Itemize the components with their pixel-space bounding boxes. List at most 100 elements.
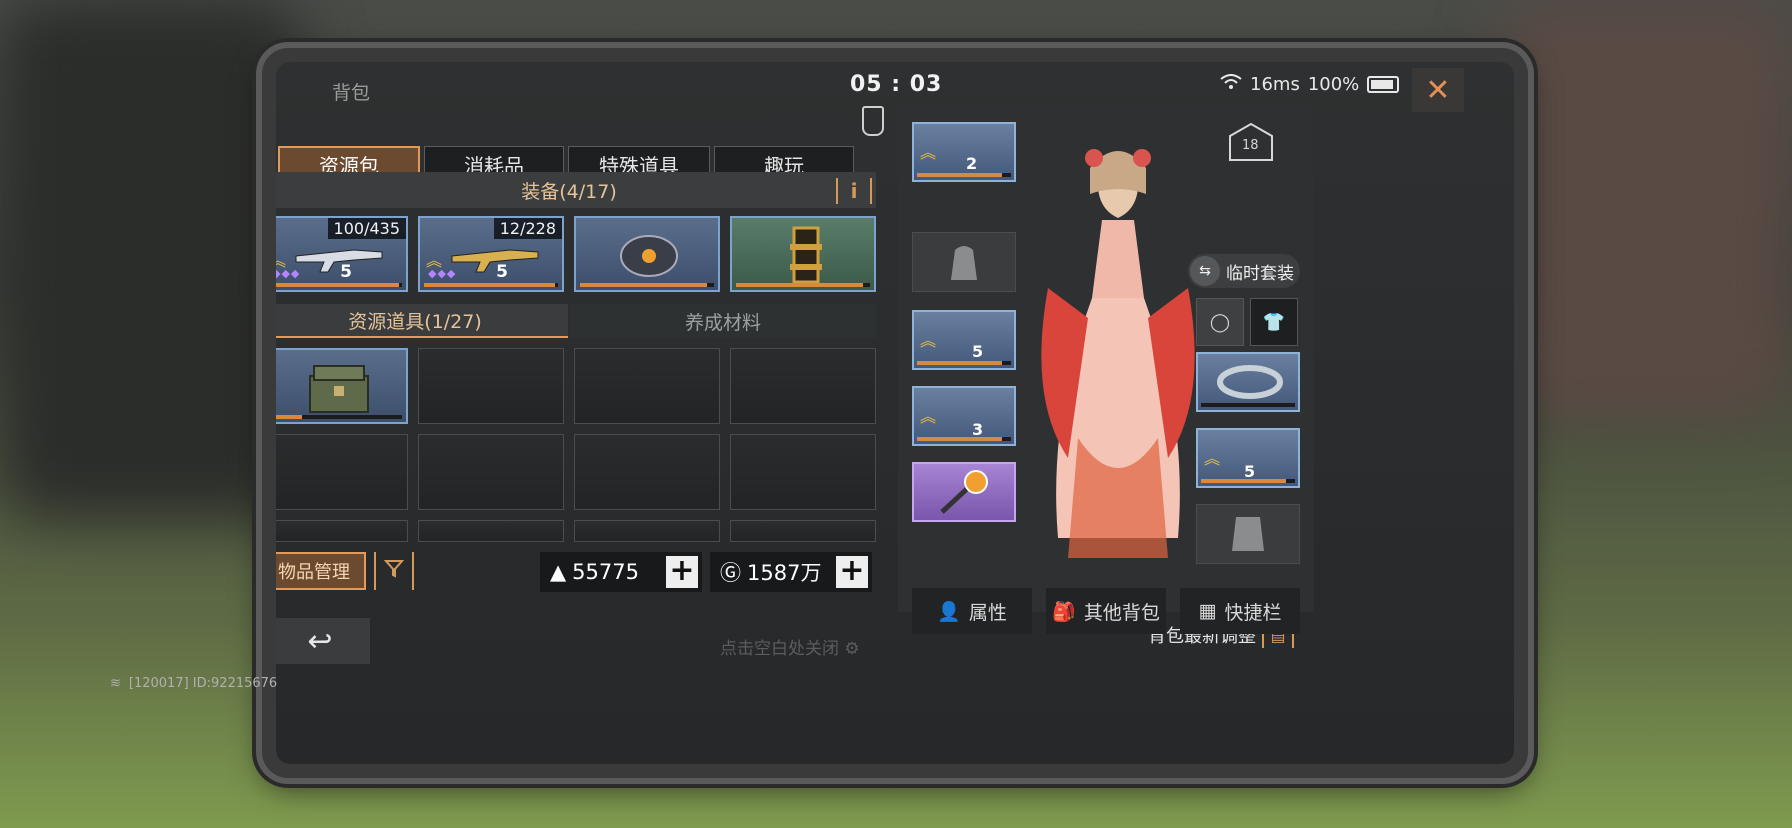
- bracelet-icon: [1217, 365, 1283, 399]
- rank-chevron-icon: ︽: [920, 407, 937, 426]
- rank-chevron-icon: ︽: [920, 143, 937, 162]
- sort-icon[interactable]: [862, 106, 884, 136]
- person-icon: 👤: [937, 600, 961, 623]
- bag-icon: 🎒: [1052, 600, 1076, 623]
- background-wall: [0, 0, 300, 520]
- item-management-button[interactable]: 物品管理: [276, 552, 366, 590]
- rifle-icon: [451, 249, 539, 273]
- resource-slot-empty[interactable]: [418, 348, 564, 424]
- close-hint-text: 点击空白处关闭: [720, 639, 839, 659]
- item-counter: 100/435: [327, 218, 406, 239]
- armor-vest-icon: [1232, 517, 1264, 551]
- ring-icon: ◯: [1209, 311, 1231, 333]
- item-progress-bar: [424, 283, 558, 287]
- bracelet-slot[interactable]: [1196, 352, 1300, 412]
- ping-text: 16ms: [1250, 74, 1300, 95]
- currency-box-1: ▲ 55775 +: [540, 552, 702, 592]
- item-level: 5: [340, 262, 352, 282]
- other-backpack-button[interactable]: 🎒 其他背包: [1046, 588, 1166, 634]
- gold-coin-icon: Ⓖ: [720, 561, 741, 585]
- item-counter: 12/228: [493, 218, 562, 239]
- battery-text: 100%: [1307, 74, 1360, 95]
- armor-slot[interactable]: [1196, 504, 1300, 564]
- close-hint: 点击空白处关闭 ⚙: [720, 634, 860, 659]
- resource-slot-empty[interactable]: [276, 520, 408, 542]
- helmet-slot[interactable]: ︽ 2: [912, 122, 1016, 182]
- background-wall-right: [1500, 0, 1792, 420]
- equipment-slot-1[interactable]: 100/435 ︽ ◆◆◆ 5: [276, 216, 408, 292]
- mountain-coin-icon: ▲: [550, 560, 567, 584]
- armor-icon: [620, 235, 678, 277]
- currency-box-2: Ⓖ 1587万 +: [710, 552, 872, 592]
- vest-slot[interactable]: ︽ 5: [912, 310, 1016, 370]
- item-progress-bar: [736, 283, 870, 287]
- filter-button[interactable]: [374, 552, 414, 590]
- resource-slot-empty[interactable]: [418, 434, 564, 510]
- subtab-upgrade-materials[interactable]: 养成材料: [570, 304, 876, 338]
- back-button[interactable]: ↩: [276, 618, 370, 664]
- add-currency-1-button[interactable]: +: [666, 556, 698, 588]
- lollipop-icon: [940, 470, 988, 514]
- item-progress-bar: [276, 283, 402, 287]
- backpack-slot[interactable]: [912, 232, 1016, 292]
- attributes-button[interactable]: 👤 属性: [912, 588, 1032, 634]
- resource-slot-empty[interactable]: [276, 434, 408, 510]
- star-diamonds-icon: ◆◆◆: [428, 267, 457, 280]
- item-progress-bar: [1201, 479, 1295, 483]
- temporary-outfit-label: 临时套装: [1226, 263, 1294, 284]
- resource-slot-empty[interactable]: [574, 434, 720, 510]
- helmet-level: 2: [966, 154, 978, 173]
- rank-chevron-icon: ︽: [1204, 449, 1221, 468]
- subtab-resource-items[interactable]: 资源道具(1/27): [276, 304, 568, 338]
- item-progress-bar: [917, 173, 1011, 177]
- gear-icon: ⚙: [844, 639, 860, 659]
- outfit-icon: ⇆: [1190, 256, 1220, 286]
- equipment-section-title: 装备(4/17): [521, 180, 617, 203]
- vip-level: 18: [1242, 138, 1259, 153]
- close-icon: ✕: [1425, 72, 1451, 108]
- clothing-tab[interactable]: 👕: [1250, 298, 1298, 346]
- wifi-small-icon: ≋: [110, 676, 121, 691]
- info-button[interactable]: i: [836, 178, 872, 204]
- lollipop-slot[interactable]: [912, 462, 1016, 522]
- knife-slot[interactable]: ︽ 5: [1196, 428, 1300, 488]
- item-progress-bar: [917, 437, 1011, 441]
- close-button[interactable]: ✕: [1412, 68, 1464, 112]
- player-id-text: [120017] ID:92215676: [128, 676, 278, 691]
- backpack-icon: [951, 246, 977, 280]
- equipment-slot-2[interactable]: 12/228 ︽ ◆◆◆ 5: [418, 216, 564, 292]
- clock: 05 : 03: [850, 72, 943, 97]
- rank-chevron-icon: ︽: [276, 253, 286, 269]
- equipment-section-header: 装备(4/17): [276, 172, 876, 208]
- add-currency-2-button[interactable]: +: [836, 556, 868, 588]
- resource-slot-empty[interactable]: [574, 520, 720, 542]
- vest-level: 5: [972, 342, 984, 361]
- quick-bar-button[interactable]: ▦ 快捷栏: [1180, 588, 1300, 634]
- primary-weapon-slot[interactable]: ︽ 3: [912, 386, 1016, 446]
- star-diamonds-icon: ◆◆◆: [276, 267, 301, 280]
- quick-bar-label: 快捷栏: [1224, 601, 1282, 624]
- resource-slot-empty[interactable]: [418, 520, 564, 542]
- currency-1-value: 55775: [572, 560, 639, 584]
- equipment-slot-3[interactable]: [574, 216, 720, 292]
- equipment-slot-4[interactable]: [730, 216, 876, 292]
- vip-badge[interactable]: 18: [1226, 120, 1276, 166]
- bracelet-tab[interactable]: ◯: [1196, 298, 1244, 346]
- currency-2-value: 1587万: [747, 561, 822, 585]
- resource-slot-empty[interactable]: [730, 520, 876, 542]
- other-backpack-label: 其他背包: [1083, 601, 1160, 624]
- item-level: 5: [496, 262, 508, 282]
- resource-slot-empty[interactable]: [730, 434, 876, 510]
- resource-slot-empty[interactable]: [574, 348, 720, 424]
- window-title: 背包: [332, 82, 371, 104]
- back-arrow-icon: ↩: [307, 623, 333, 659]
- shirt-icon: 👕: [1262, 311, 1286, 333]
- rifle-icon: [295, 249, 383, 273]
- info-icon: i: [850, 179, 858, 203]
- grid-settings-icon: ▦: [1198, 600, 1217, 622]
- temporary-outfit-button[interactable]: ⇆ 临时套装: [1188, 254, 1300, 288]
- resource-slot-empty[interactable]: [730, 348, 876, 424]
- item-progress-bar: [1201, 403, 1295, 407]
- rank-chevron-icon: ︽: [426, 251, 443, 270]
- resource-slot-1[interactable]: [276, 348, 408, 424]
